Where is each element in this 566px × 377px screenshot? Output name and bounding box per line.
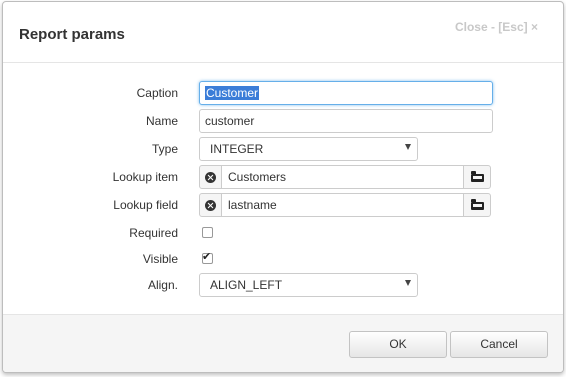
- lookup-field-input[interactable]: lastname: [221, 193, 464, 217]
- x-circle-icon: [205, 172, 216, 183]
- lookup-item-field: Customers: [199, 165, 491, 189]
- dialog-title: Report params: [19, 26, 125, 43]
- lookup-item-label: Lookup item: [112, 170, 178, 184]
- lookup-field-browse-button[interactable]: [463, 193, 491, 217]
- cancel-button[interactable]: Cancel: [450, 331, 548, 358]
- type-select[interactable]: INTEGER: [199, 137, 418, 161]
- visible-label: Visible: [142, 252, 178, 266]
- type-row: Type INTEGER: [3, 137, 563, 163]
- caret-down-icon: [405, 144, 411, 150]
- lookup-field-row: Lookup field lastname: [3, 193, 563, 219]
- align-row: Align. ALIGN_LEFT: [3, 273, 563, 299]
- lookup-field-clear-button[interactable]: [199, 193, 222, 217]
- name-label: Name: [145, 114, 178, 128]
- type-select-value: INTEGER: [210, 142, 264, 156]
- name-input[interactable]: customer: [199, 109, 493, 133]
- lookup-item-input[interactable]: Customers: [221, 165, 464, 189]
- checkmark-icon: ✔: [202, 251, 212, 263]
- name-row: Name customer: [3, 109, 563, 135]
- caption-row: Caption Customer: [3, 81, 563, 107]
- lookup-field-label: Lookup field: [113, 198, 178, 212]
- visible-row: Visible ✔: [3, 247, 563, 273]
- ok-button[interactable]: OK: [349, 331, 447, 358]
- align-label: Align.: [147, 278, 178, 292]
- caption-input-value: Customer: [205, 86, 260, 100]
- x-circle-icon: [205, 200, 216, 211]
- lookup-field-field: lastname: [199, 193, 491, 217]
- caret-down-icon: [405, 280, 411, 286]
- lookup-item-browse-button[interactable]: [463, 165, 491, 189]
- align-select-value: ALIGN_LEFT: [210, 278, 283, 292]
- dialog-footer: OK Cancel: [3, 314, 563, 372]
- required-label: Required: [129, 226, 178, 240]
- report-params-dialog: Report params Close - [Esc] × Caption Cu…: [2, 1, 564, 373]
- caption-label: Caption: [136, 86, 178, 100]
- required-checkbox[interactable]: [202, 227, 213, 238]
- visible-checkbox[interactable]: ✔: [202, 251, 213, 264]
- lookup-item-clear-button[interactable]: [199, 165, 222, 189]
- folder-open-icon: [471, 199, 484, 210]
- close-button[interactable]: Close - [Esc] ×: [455, 20, 538, 34]
- lookup-item-row: Lookup item Customers: [3, 165, 563, 191]
- align-select[interactable]: ALIGN_LEFT: [199, 273, 418, 297]
- type-label: Type: [151, 142, 178, 156]
- caption-input[interactable]: Customer: [199, 81, 493, 105]
- folder-open-icon: [471, 171, 484, 182]
- required-row: Required: [3, 221, 563, 247]
- dialog-header: Report params Close - [Esc] ×: [3, 2, 563, 63]
